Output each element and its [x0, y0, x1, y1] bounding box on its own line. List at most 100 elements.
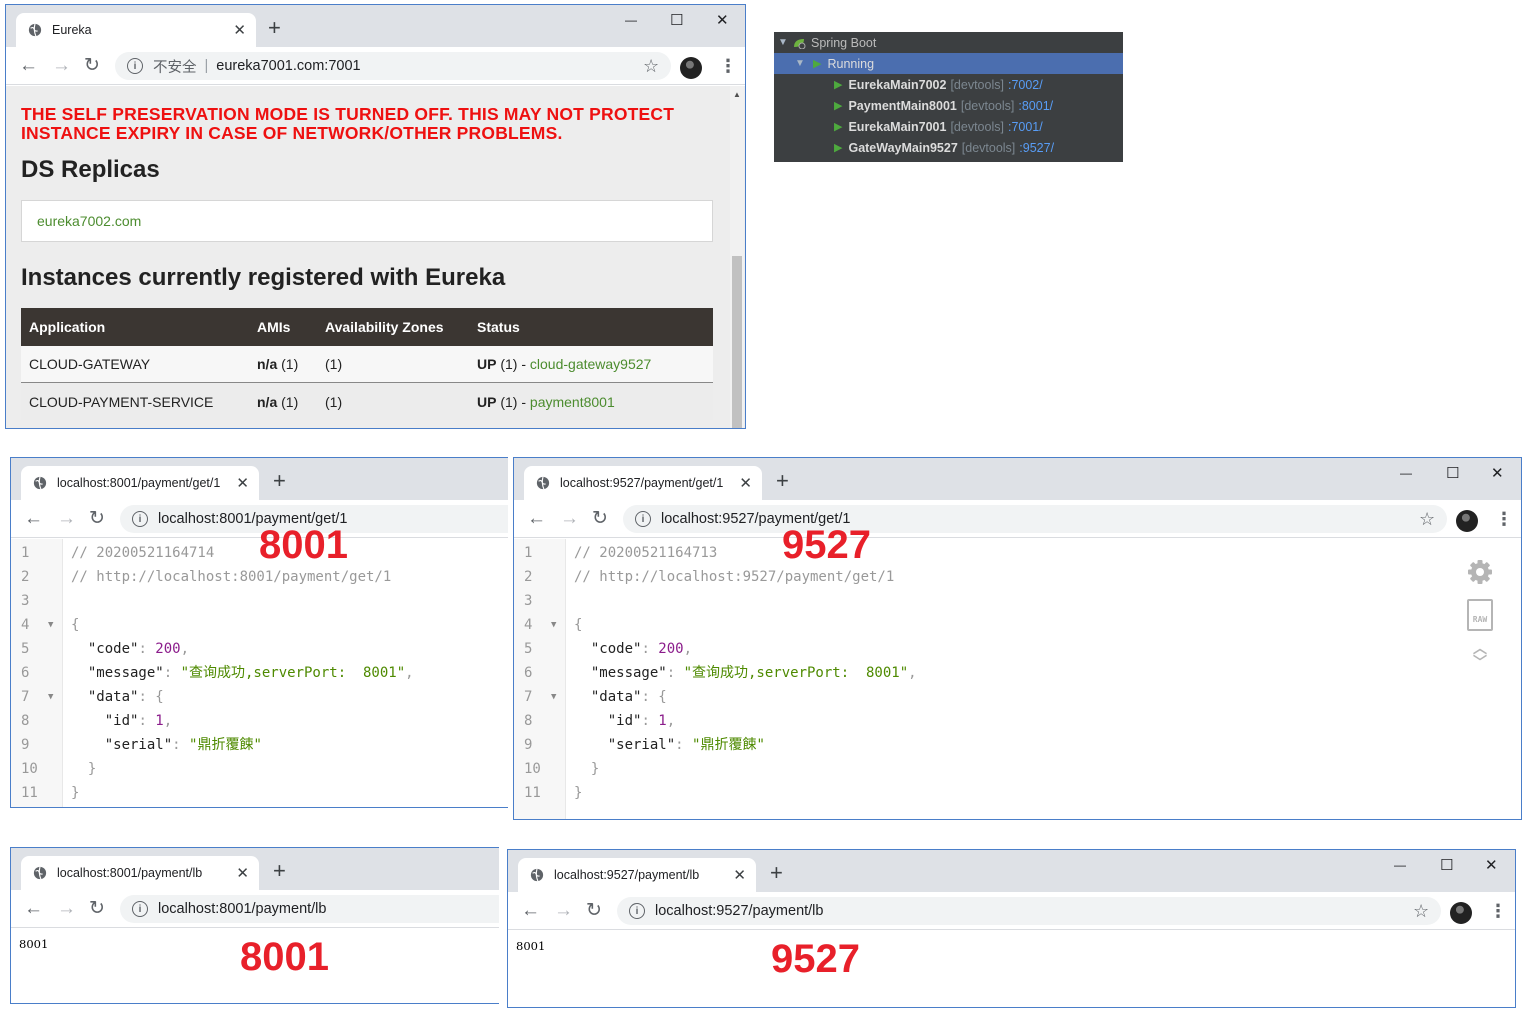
bookmark-star-icon[interactable]: ☆	[1413, 901, 1429, 922]
address-bar[interactable]: i localhost:8001/payment/lb	[120, 895, 499, 923]
maximize-button[interactable]: ☐	[670, 11, 683, 29]
info-icon[interactable]: i	[629, 903, 645, 919]
table-header: Application AMIs Availability Zones Stat…	[21, 308, 713, 346]
port-annotation: 8001	[259, 523, 348, 567]
close-tab-icon[interactable]: ✕	[739, 476, 752, 491]
reload-button[interactable]: ↻	[592, 509, 608, 528]
line-number: 9	[524, 737, 533, 753]
new-tab-button[interactable]: +	[273, 860, 286, 882]
reload-button[interactable]: ↻	[586, 901, 602, 920]
new-tab-button[interactable]: +	[273, 470, 286, 492]
table-row: CLOUD-PAYMENT-SERVICE n/a (1) (1) UP (1)…	[21, 383, 713, 420]
menu-kebab-icon[interactable]: ⋮	[1489, 901, 1507, 922]
back-button[interactable]: ←	[527, 509, 546, 528]
tab-eureka[interactable]: Eureka ✕	[16, 13, 256, 47]
json-value: 1	[155, 713, 164, 729]
info-icon[interactable]: i	[127, 58, 143, 74]
tab-payment-get-8001[interactable]: localhost:8001/payment/get/1 ✕	[21, 466, 259, 500]
close-window-button[interactable]: ✕	[1491, 464, 1504, 482]
info-icon[interactable]: i	[635, 511, 651, 527]
maximize-button[interactable]: ☐	[1440, 856, 1453, 874]
expand-arrow-icon[interactable]: ▼	[778, 37, 792, 48]
instance-link[interactable]: payment8001	[530, 394, 615, 410]
close-tab-icon[interactable]: ✕	[236, 476, 249, 491]
new-tab-button[interactable]: +	[268, 17, 281, 39]
menu-kebab-icon[interactable]: ⋮	[719, 56, 737, 77]
back-button[interactable]: ←	[24, 509, 43, 528]
port-link[interactable]: :9527/	[1019, 141, 1054, 155]
url-text: eureka7001.com:7001	[216, 58, 361, 74]
instances-table: Application AMIs Availability Zones Stat…	[21, 308, 713, 420]
scrollbar-thumb[interactable]	[732, 256, 742, 428]
gear-icon[interactable]	[1465, 557, 1495, 587]
run-icon: ▶	[834, 142, 843, 154]
forward-button[interactable]: →	[57, 899, 76, 918]
forward-button[interactable]: →	[57, 509, 76, 528]
comment-line: // http://localhost:9527/payment/get/1	[574, 569, 895, 585]
port-link[interactable]: :7002/	[1008, 78, 1043, 92]
spring-boot-root[interactable]: ▼ Spring Boot	[774, 32, 1123, 53]
address-bar[interactable]: i localhost:9527/payment/get/1	[623, 505, 1447, 533]
info-icon[interactable]: i	[132, 511, 148, 527]
port-link[interactable]: :7001/	[1008, 120, 1043, 134]
service-item[interactable]: ▶ EurekaMain7001 [devtools] :7001/	[774, 116, 1123, 137]
back-button[interactable]: ←	[521, 901, 540, 920]
json-8001-browser-window: localhost:8001/payment/get/1 ✕ + ← → ↻ i…	[10, 457, 508, 808]
profile-avatar[interactable]	[1456, 510, 1478, 532]
instance-link[interactable]: cloud-gateway9527	[530, 356, 651, 372]
tab-payment-lb-8001[interactable]: localhost:8001/payment/lb ✕	[21, 856, 259, 890]
reload-button[interactable]: ↻	[89, 899, 105, 918]
minimize-button[interactable]: —	[625, 13, 637, 27]
service-item[interactable]: ▶ EurekaMain7002 [devtools] :7002/	[774, 74, 1123, 95]
expand-arrow-icon[interactable]: ▼	[795, 58, 809, 69]
tab-payment-lb-9527[interactable]: localhost:9527/payment/lb ✕	[518, 858, 756, 892]
service-item[interactable]: ▶ PaymentMain8001 [devtools] :8001/	[774, 95, 1123, 116]
spring-boot-services-panel: ▼ Spring Boot ▼ ▶ Running ▶ EurekaMain70…	[774, 32, 1123, 162]
reload-button[interactable]: ↻	[89, 509, 105, 528]
address-bar[interactable]: i 不安全 | eureka7001.com:7001	[115, 52, 671, 80]
line-number: 11	[524, 785, 541, 801]
fold-arrow-icon[interactable]: ▼	[48, 613, 53, 637]
fold-arrow-icon[interactable]: ▼	[551, 685, 556, 709]
menu-kebab-icon[interactable]: ⋮	[1495, 509, 1513, 530]
back-button[interactable]: ←	[24, 899, 43, 918]
forward-button[interactable]: →	[560, 509, 579, 528]
new-tab-button[interactable]: +	[770, 862, 783, 884]
bookmark-star-icon[interactable]: ☆	[1419, 509, 1435, 530]
fold-arrow-icon[interactable]: ▼	[551, 613, 556, 637]
close-window-button[interactable]: ✕	[716, 11, 729, 29]
profile-avatar[interactable]	[680, 57, 702, 79]
close-tab-icon[interactable]: ✕	[733, 868, 746, 883]
reload-button[interactable]: ↻	[84, 56, 100, 75]
profile-avatar[interactable]	[1450, 902, 1472, 924]
comment-line: // 20200521164714	[71, 545, 215, 561]
address-bar[interactable]: i localhost:9527/payment/lb	[617, 897, 1441, 925]
line-number: 1	[21, 545, 30, 561]
close-window-button[interactable]: ✕	[1485, 856, 1498, 874]
back-button[interactable]: ←	[19, 56, 38, 75]
minimize-button[interactable]: —	[1394, 858, 1406, 872]
comment-line: // 20200521164713	[574, 545, 718, 561]
maximize-button[interactable]: ☐	[1446, 464, 1459, 482]
fold-arrow-icon[interactable]: ▼	[48, 685, 53, 709]
minimize-button[interactable]: —	[1400, 466, 1412, 480]
port-link[interactable]: :8001/	[1018, 99, 1053, 113]
line-number: 4	[21, 617, 30, 633]
scroll-up-icon[interactable]: ▲	[733, 90, 741, 99]
raw-file-icon[interactable]: RAW	[1467, 599, 1493, 631]
new-tab-button[interactable]: +	[776, 470, 789, 492]
replica-link[interactable]: eureka7002.com	[21, 200, 713, 242]
forward-button[interactable]: →	[554, 901, 573, 920]
forward-button[interactable]: →	[52, 56, 71, 75]
service-item[interactable]: ▶ GateWayMain9527 [devtools] :9527/	[774, 137, 1123, 158]
lb-9527-browser-window: localhost:9527/payment/lb ✕ + — ☐ ✕ ← → …	[507, 849, 1516, 1008]
tab-payment-get-9527[interactable]: localhost:9527/payment/get/1 ✕	[524, 466, 762, 500]
info-icon[interactable]: i	[132, 901, 148, 917]
close-tab-icon[interactable]: ✕	[233, 23, 246, 38]
collapse-expand-icon[interactable]: ︿ ﹀	[1465, 641, 1495, 669]
vertical-scrollbar[interactable]: ▲	[730, 86, 744, 428]
code-area: 1 // 20200521164714 2 // http://localhost:…	[11, 541, 508, 805]
running-group[interactable]: ▼ ▶ Running	[774, 53, 1123, 74]
close-tab-icon[interactable]: ✕	[236, 866, 249, 881]
bookmark-star-icon[interactable]: ☆	[643, 56, 659, 77]
